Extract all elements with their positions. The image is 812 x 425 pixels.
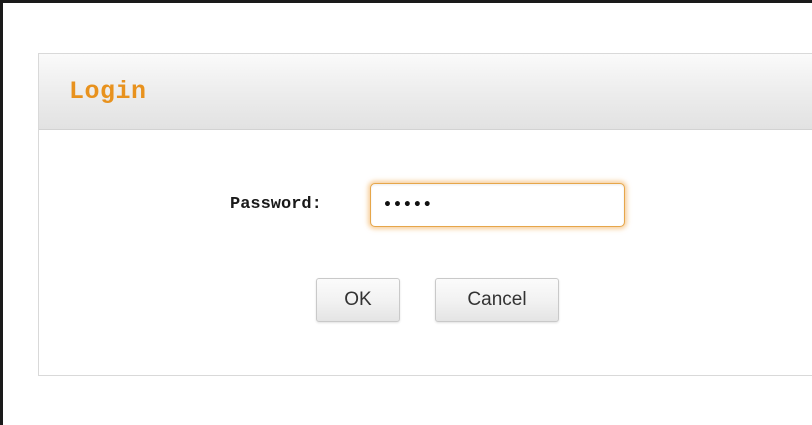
cancel-button[interactable]: Cancel [435,278,559,322]
password-row: Password: [39,182,812,230]
window-frame: Login Password: OK Cancel [0,0,812,425]
ok-button[interactable]: OK [316,278,400,322]
password-label: Password: [230,195,322,214]
dialog-body: Password: OK Cancel [39,130,812,375]
password-input[interactable] [370,183,625,227]
dialog-title: Login [69,77,147,106]
login-dialog: Login Password: OK Cancel [38,53,812,376]
dialog-header: Login [39,54,812,130]
